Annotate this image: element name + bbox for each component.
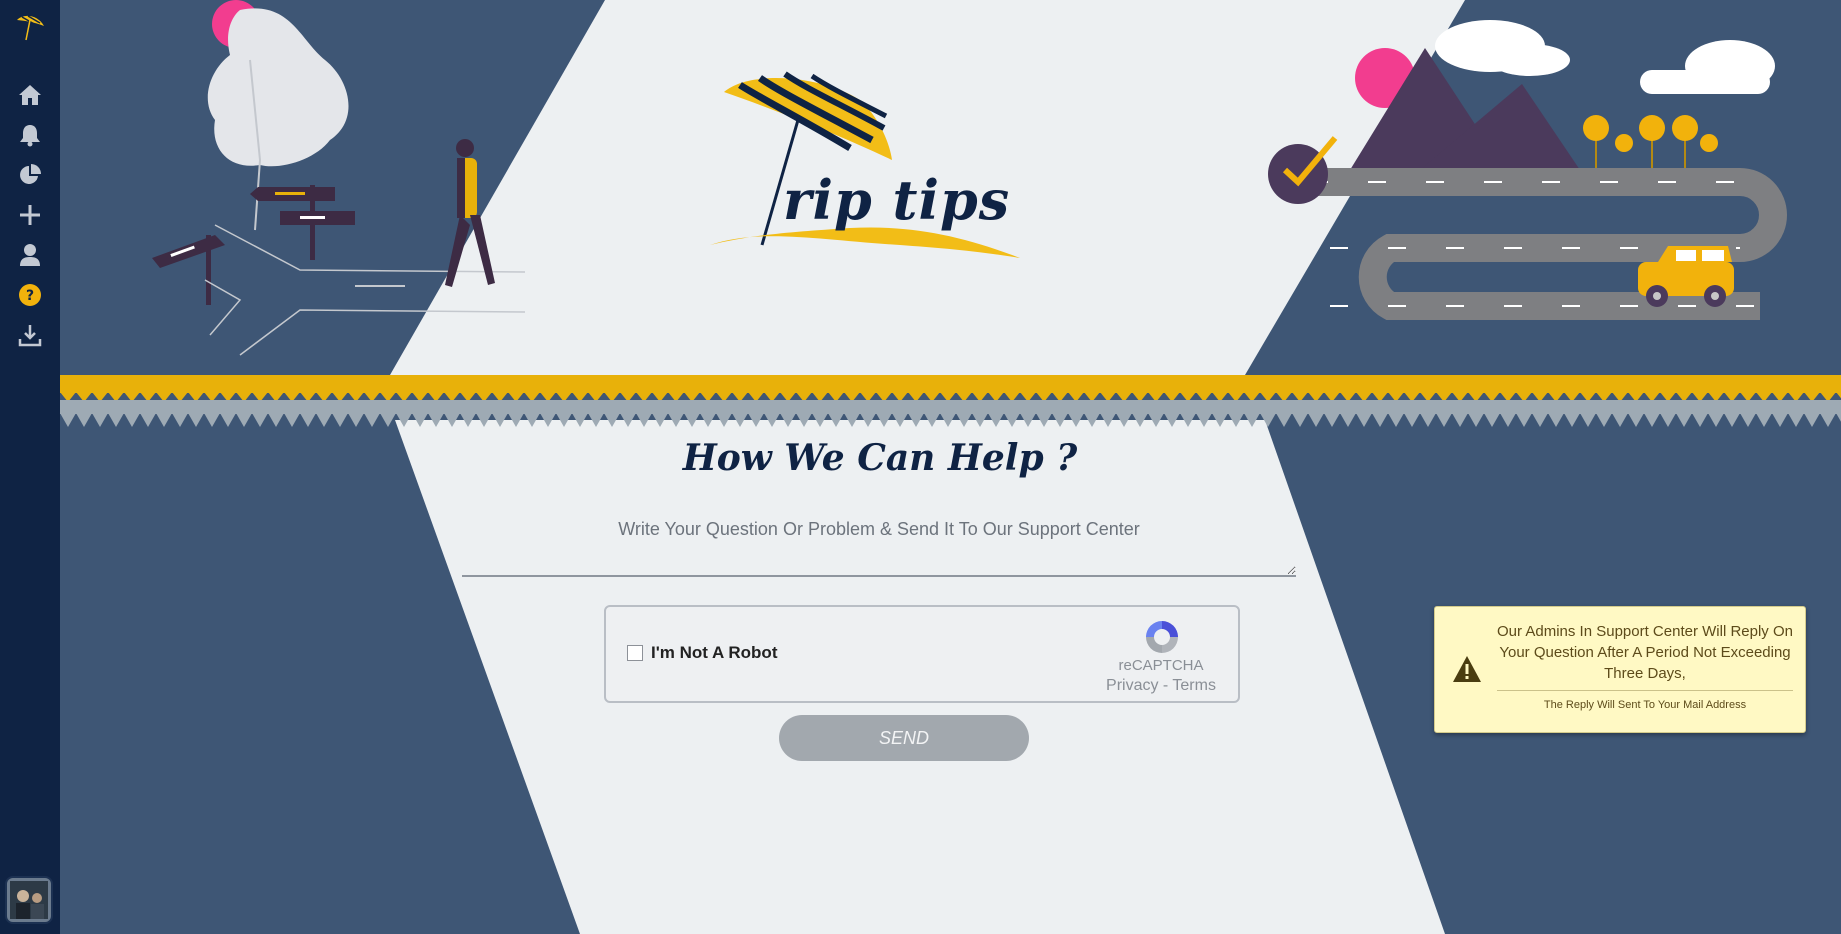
notice-divider: [1497, 690, 1793, 691]
svg-text:?: ?: [26, 288, 34, 304]
download-icon[interactable]: [15, 320, 45, 350]
links-separator: -: [1158, 677, 1173, 694]
user-icon[interactable]: [15, 240, 45, 270]
not-robot-label: I'm Not A Robot: [651, 643, 778, 662]
send-button[interactable]: SEND: [779, 715, 1029, 761]
sidebar: ?: [0, 0, 60, 934]
notice-subtext: The Reply Will Sent To Your Mail Address: [1543, 699, 1747, 711]
bell-icon[interactable]: [15, 120, 45, 150]
privacy-link[interactable]: Privacy: [1106, 677, 1158, 694]
avatar[interactable]: [7, 878, 51, 922]
plus-icon[interactable]: [15, 200, 45, 230]
notice-message: Our Admins In Support Center Will Reply …: [1497, 623, 1793, 682]
support-notice: Our Admins In Support Center Will Reply …: [1434, 606, 1806, 733]
brand-logo-text: rip tips: [783, 168, 1011, 232]
umbrella-logo-icon[interactable]: [14, 10, 46, 42]
warning-icon: [1453, 656, 1481, 682]
pie-chart-icon[interactable]: [15, 160, 45, 190]
terms-link[interactable]: Terms: [1172, 677, 1216, 694]
recaptcha-brand: reCAPTCHA: [1118, 657, 1204, 674]
not-robot-checkbox[interactable]: [627, 645, 643, 661]
help-icon[interactable]: ?: [15, 280, 45, 310]
recaptcha-logo-icon: [1146, 621, 1178, 653]
recaptcha-widget: I'm Not A Robot reCAPTCHA Privacy - Term…: [604, 605, 1240, 703]
home-icon[interactable]: [15, 80, 45, 110]
recaptcha-links: Privacy - Terms: [1096, 677, 1226, 695]
page-title: How We Can Help ?: [682, 437, 1078, 479]
question-textarea[interactable]: [462, 513, 1296, 577]
